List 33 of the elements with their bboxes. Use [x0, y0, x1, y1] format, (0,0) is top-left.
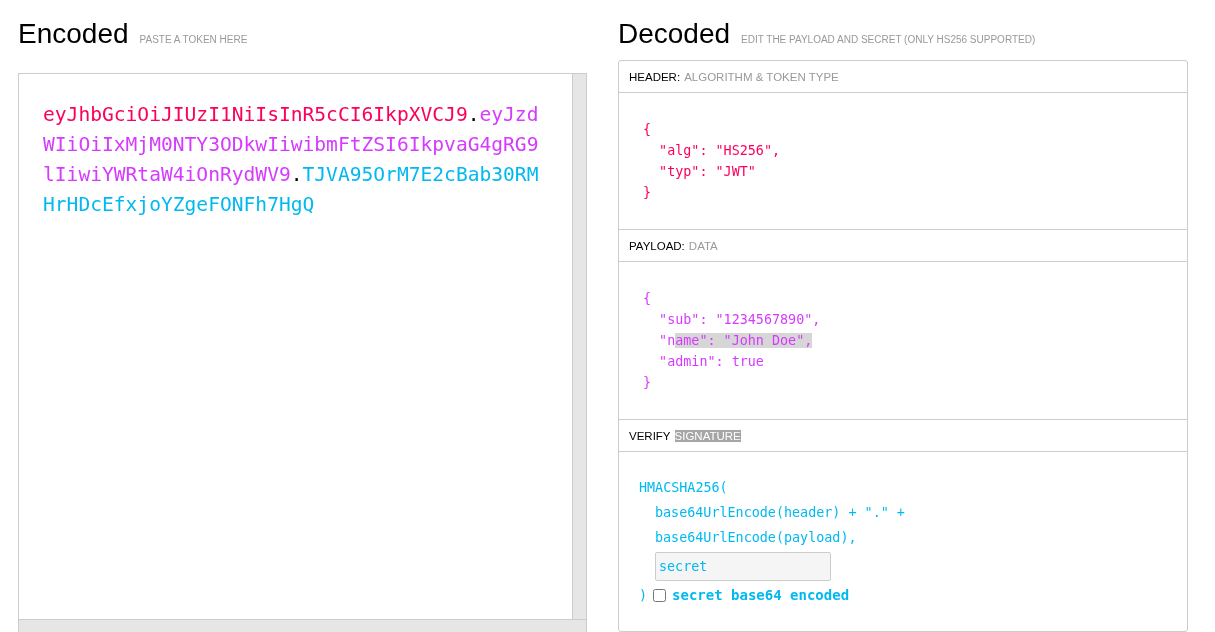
code-text: "typ": "JWT" — [658, 164, 756, 179]
base64-checkbox[interactable] — [653, 589, 667, 602]
code-text: ) — [639, 587, 648, 605]
code-text: "admin": true — [658, 354, 764, 369]
section-label: VERIFY — [629, 429, 671, 442]
code-text: "n — [658, 333, 676, 348]
jwt-token-text: eyJhbGciOiJIUzI1NiIsInR5cCI6IkpXVCJ9.eyJzdWIiOiIxMjM0NTY3ODkwIiwibmFtZSI6IkpvaG4gRG9lIiwiYWRtaW4iOnRydWV9.TJVA95OrM7E2cBab30RMHrHDcEfxjoYZgeFONFh7HgQ — [42, 102, 540, 218]
paste-token-hint: PASTE A TOKEN HERE — [139, 34, 248, 45]
code-text: "alg": "HS256", — [658, 143, 781, 158]
checkbox-label: secret base64 encoded — [672, 586, 850, 605]
secret-input[interactable]: secret — [655, 552, 831, 581]
encoded-title: Encoded — [18, 18, 129, 50]
code-text: } — [643, 375, 652, 390]
json-editor[interactable]: { "sub": "1234567890", "name": "John Doe", "admin": true } — [619, 262, 1187, 419]
decoded-title: Decoded — [618, 18, 731, 50]
decoded-hint: EDIT THE PAYLOAD AND SECRET (ONLY HS256 SUPPORTED) — [741, 34, 1036, 45]
scrollbar-track[interactable] — [19, 619, 586, 632]
scrollbar-track[interactable] — [572, 74, 586, 619]
code-text: "sub": "1234567890", — [658, 312, 821, 327]
token-editor[interactable]: eyJhbGciOiJIUzI1NiIsInR5cCI6IkpXVCJ9.eyJzdWIiOiIxMjM0NTY3ODkwIiwibmFtZSI6IkpvaG4gRG9lIiwiYWRtaW4iOnRydWV9.TJVA95OrM7E2cBab30RMHrHDcEfxjoYZgeFONFh7HgQ — [18, 73, 587, 632]
section-sublabel: SIGNATURE — [674, 429, 741, 442]
code-text: ame": "John Doe", — [675, 333, 813, 348]
section-label: PAYLOAD: — [629, 239, 685, 252]
code-text: } — [643, 185, 652, 200]
code-text: base64UrlEncode(header) + "." + — [655, 504, 905, 522]
section-sublabel: DATA — [688, 239, 718, 252]
section-sublabel: ALGORITHM & TOKEN TYPE — [684, 70, 839, 83]
section-label: HEADER: — [629, 70, 681, 83]
code-text: base64UrlEncode(payload), — [655, 529, 857, 547]
code-text: HMACSHA256( — [639, 479, 729, 497]
code-text: { — [643, 122, 652, 137]
json-editor[interactable]: { "alg": "HS256", "typ": "JWT" } — [619, 93, 1187, 229]
code-text: { — [643, 291, 652, 306]
